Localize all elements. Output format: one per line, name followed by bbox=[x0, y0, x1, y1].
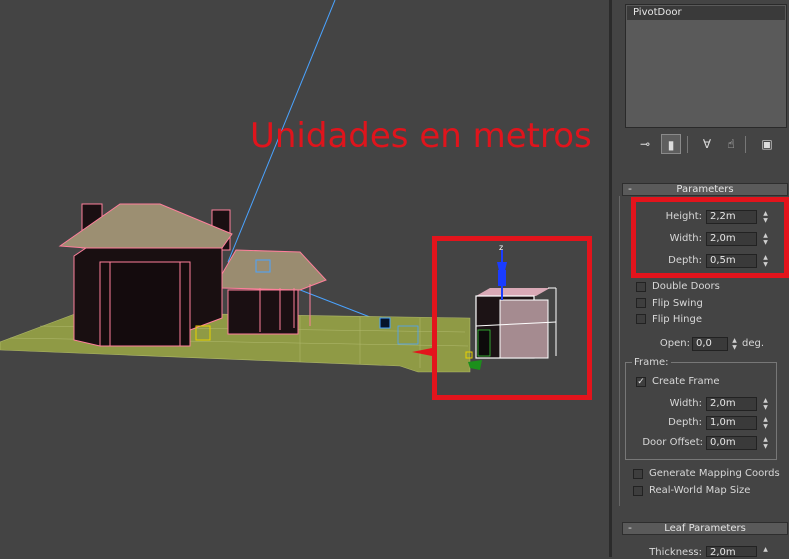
leaf-parameters-rollout-header[interactable]: - Leaf Parameters bbox=[622, 521, 788, 535]
open-label: Open: bbox=[659, 338, 690, 349]
command-panel: PivotDoor ⊸ ▮ ∀ ☝ ▣ - Parameters Height:… bbox=[612, 0, 789, 558]
modifier-stack-icon[interactable]: ▮ bbox=[661, 134, 681, 154]
thickness-label: Thickness: bbox=[649, 547, 702, 558]
annotation-text: Unidades en metros bbox=[250, 116, 592, 156]
generate-mapping-checkbox[interactable] bbox=[633, 469, 643, 479]
width-spinner[interactable]: ▲ ▼ bbox=[760, 232, 771, 246]
tab-divider bbox=[687, 136, 688, 153]
flip-swing-checkbox[interactable] bbox=[636, 298, 646, 308]
leaf-parameters-title: Leaf Parameters bbox=[664, 523, 746, 534]
open-unit: deg. bbox=[742, 338, 765, 349]
parameters-rollout-header[interactable]: - Parameters bbox=[622, 182, 788, 196]
door-highlight-box bbox=[432, 236, 592, 400]
thickness-spinner[interactable]: ▲ bbox=[760, 546, 771, 557]
depth-spinner[interactable]: ▲ ▼ bbox=[760, 254, 771, 268]
rollout-border bbox=[619, 196, 620, 506]
create-frame-label: Create Frame bbox=[652, 376, 720, 387]
door-offset-label: Door Offset: bbox=[642, 437, 703, 448]
command-tab-bar: ⊸ ▮ ∀ ☝ ▣ bbox=[625, 134, 787, 156]
width-field[interactable]: 2,0m bbox=[706, 232, 757, 246]
frame-depth-field[interactable]: 1,0m bbox=[706, 416, 757, 430]
frame-group-label: Frame: bbox=[632, 357, 671, 368]
open-spinner[interactable]: ▲ ▼ bbox=[729, 337, 740, 351]
height-field[interactable]: 2,2m bbox=[706, 210, 757, 224]
door-offset-spinner[interactable]: ▲ ▼ bbox=[760, 436, 771, 450]
door-offset-field[interactable]: 0,0m bbox=[706, 436, 757, 450]
open-field[interactable]: 0,0 bbox=[692, 337, 728, 351]
make-unique-icon[interactable]: ∀ bbox=[697, 134, 717, 154]
frame-width-spinner[interactable]: ▲ ▼ bbox=[760, 397, 771, 411]
depth-field[interactable]: 0,5m bbox=[706, 254, 757, 268]
frame-depth-label: Depth: bbox=[668, 417, 702, 428]
frame-width-field[interactable]: 2,0m bbox=[706, 397, 757, 411]
depth-label: Depth: bbox=[668, 255, 702, 266]
flip-hinge-label: Flip Hinge bbox=[652, 314, 702, 325]
tab-divider bbox=[745, 136, 746, 153]
remove-modifier-icon[interactable]: ☝ bbox=[721, 134, 741, 154]
double-doors-label: Double Doors bbox=[652, 281, 720, 292]
flip-hinge-checkbox[interactable] bbox=[636, 314, 646, 324]
object-name-field[interactable]: PivotDoor bbox=[627, 6, 785, 20]
perspective-viewport[interactable]: z Unidades en metros bbox=[0, 0, 612, 557]
real-world-map-label: Real-World Map Size bbox=[649, 485, 751, 496]
width-label: Width: bbox=[669, 233, 702, 244]
generate-mapping-label: Generate Mapping Coords bbox=[649, 468, 780, 479]
thickness-field[interactable]: 2,0m bbox=[706, 546, 757, 558]
pin-stack-icon[interactable]: ⊸ bbox=[635, 134, 655, 154]
height-label: Height: bbox=[665, 211, 702, 222]
frame-depth-spinner[interactable]: ▲ ▼ bbox=[760, 416, 771, 430]
configure-sets-icon[interactable]: ▣ bbox=[757, 134, 777, 154]
flip-swing-label: Flip Swing bbox=[652, 298, 703, 309]
height-spinner[interactable]: ▲ ▼ bbox=[760, 210, 771, 224]
real-world-map-checkbox[interactable] bbox=[633, 486, 643, 496]
create-frame-checkbox[interactable]: ✓ bbox=[636, 377, 646, 387]
object-list-box: PivotDoor bbox=[625, 4, 787, 128]
frame-width-label: Width: bbox=[669, 398, 702, 409]
double-doors-checkbox[interactable] bbox=[636, 282, 646, 292]
parameters-title: Parameters bbox=[676, 184, 734, 195]
